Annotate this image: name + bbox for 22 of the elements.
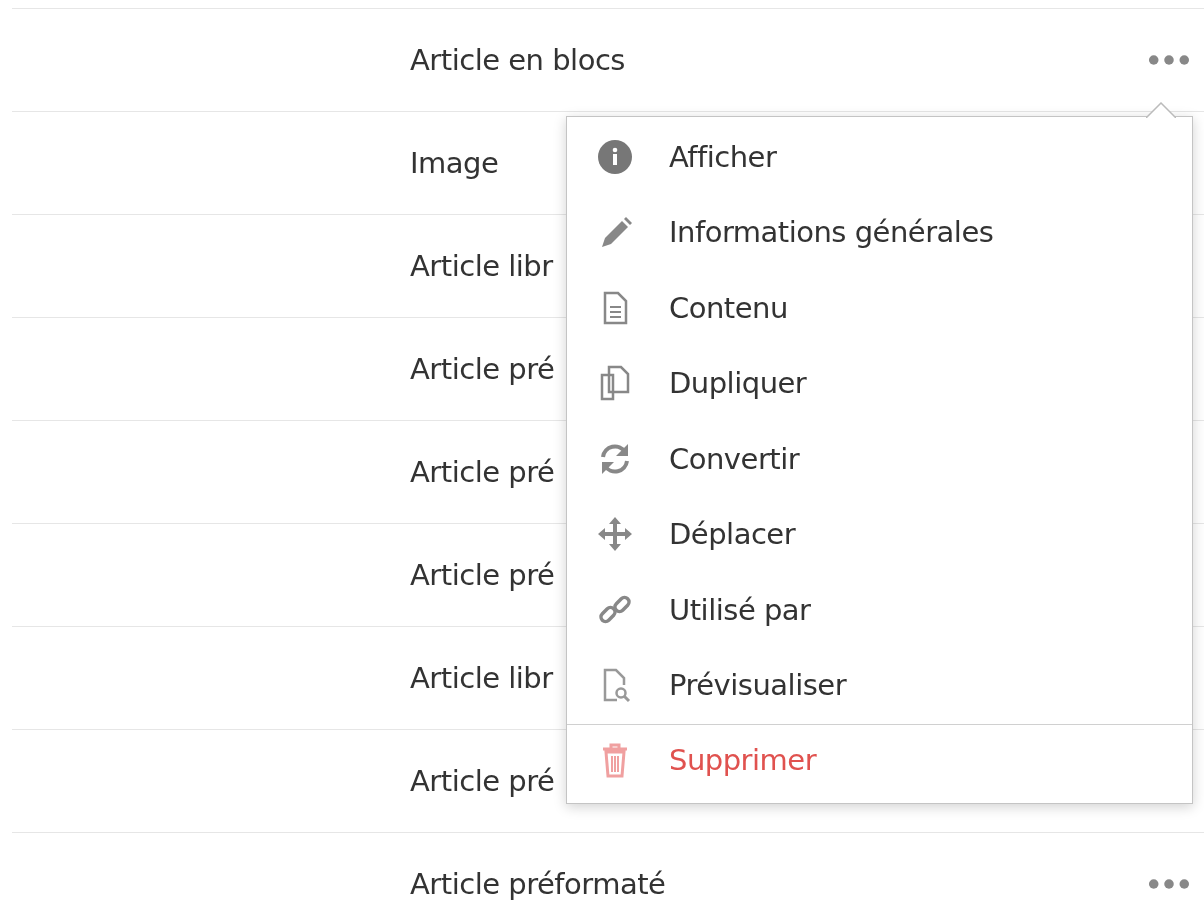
item-title: Article pré xyxy=(410,352,555,386)
menu-item[interactable]: Convertir xyxy=(567,421,1192,497)
menu-item[interactable]: Déplacer xyxy=(567,496,1192,572)
item-title: Article en blocs xyxy=(410,43,625,77)
menu-item[interactable]: Supprimer xyxy=(567,725,1192,795)
menu-item[interactable]: Afficher xyxy=(567,119,1192,195)
more-options-icon[interactable] xyxy=(1148,54,1190,66)
menu-item[interactable]: Informations générales xyxy=(567,194,1192,270)
item-title: Article pré xyxy=(410,558,555,592)
item-title: Article libr xyxy=(410,661,553,695)
item-title: Image xyxy=(410,146,499,180)
item-title: Article pré xyxy=(410,764,555,798)
item-title: Article préformaté xyxy=(410,867,666,901)
info-icon xyxy=(597,138,633,175)
item-title: Article libr xyxy=(410,249,553,283)
item-title: Article pré xyxy=(410,455,555,489)
menu-item[interactable]: Dupliquer xyxy=(567,345,1192,421)
more-options-icon[interactable] xyxy=(1148,878,1190,890)
menu-item[interactable]: Prévisualiser xyxy=(567,647,1192,723)
move-icon xyxy=(597,516,633,553)
menu-item[interactable]: Utilisé par xyxy=(567,572,1192,648)
menu-item[interactable]: Contenu xyxy=(567,270,1192,346)
